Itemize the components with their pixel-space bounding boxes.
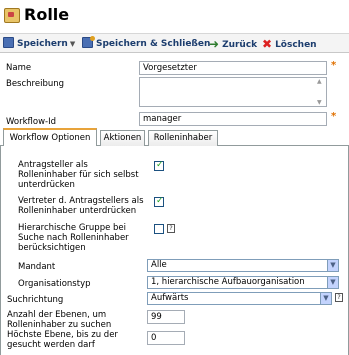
- tab-role-holders[interactable]: Rolleninhaber: [148, 130, 218, 146]
- direction-label: Suchrichtung: [7, 295, 64, 305]
- delete-button[interactable]: ✖ Löschen: [262, 37, 317, 51]
- back-label: Zurück: [222, 40, 258, 50]
- levels-label: Anzahl der Ebenen, um Rolleninhaber zu s…: [7, 310, 112, 330]
- highest-level-field[interactable]: [147, 331, 185, 345]
- back-button[interactable]: ➜ Zurück: [209, 37, 257, 51]
- chevron-down-icon[interactable]: ▼: [320, 293, 331, 304]
- workflow-id-required-mark: *: [331, 111, 337, 122]
- delete-x-icon: ✖: [262, 37, 273, 51]
- save-label: Speichern: [17, 39, 68, 49]
- applicant-suppress-checkbox[interactable]: [154, 160, 164, 171]
- chevron-down-icon[interactable]: ▼: [327, 277, 338, 288]
- delete-label: Löschen: [275, 40, 317, 50]
- applicant-suppress-label: Antragsteller als Rolleninhaber für sich…: [18, 160, 139, 190]
- mandant-value: Alle: [151, 260, 167, 270]
- toolbar: Speichern ▼ Speichern & Schließen ➜ Zurück…: [0, 33, 349, 53]
- save-close-label: Speichern & Schließen: [96, 39, 211, 49]
- help-icon[interactable]: ?: [167, 224, 175, 233]
- tab-bar: Workflow Optionen Aktionen Rolleninhaber: [0, 128, 349, 147]
- deputy-suppress-label: Vertreter d. Antragstellers als Rollenin…: [18, 196, 144, 216]
- page-header: Rolle: [0, 0, 349, 32]
- orgtype-select[interactable]: 1, hierarchische Aufbauorganisation ▼: [147, 276, 339, 289]
- mandant-label: Mandant: [18, 262, 56, 272]
- direction-value: Aufwärts: [151, 293, 189, 303]
- name-field[interactable]: [139, 61, 327, 75]
- hierarchy-group-checkbox[interactable]: [154, 224, 164, 234]
- levels-field[interactable]: [147, 310, 185, 324]
- save-button[interactable]: Speichern ▼: [3, 37, 75, 51]
- description-field[interactable]: [139, 77, 327, 107]
- highest-level-label: Höchste Ebene, bis zu der gesucht werden…: [7, 330, 118, 350]
- orgtype-value: 1, hierarchische Aufbauorganisation: [151, 277, 305, 287]
- deputy-suppress-checkbox[interactable]: [154, 196, 164, 207]
- tab-workflow-options[interactable]: Workflow Optionen: [3, 128, 97, 147]
- help-icon[interactable]: ?: [335, 293, 343, 302]
- direction-select[interactable]: Aufwärts ▼: [147, 292, 332, 305]
- tab-actions[interactable]: Aktionen: [100, 130, 145, 146]
- role-icon: [4, 8, 20, 23]
- mandant-select[interactable]: Alle ▼: [147, 259, 339, 272]
- workflow-id-field[interactable]: [139, 112, 327, 126]
- back-arrow-icon: ➜: [209, 37, 220, 51]
- orgtype-label: Organisationstyp: [18, 279, 91, 289]
- chevron-down-icon[interactable]: ▼: [70, 40, 75, 48]
- workflow-id-label: Workflow-Id: [6, 117, 56, 127]
- description-scrollbar[interactable]: [316, 78, 326, 106]
- page-title: Rolle: [24, 5, 70, 24]
- save-close-button[interactable]: Speichern & Schließen: [82, 36, 211, 51]
- workflow-options-panel: Antragsteller als Rolleninhaber für sich…: [0, 146, 349, 355]
- save-icon: [3, 37, 14, 48]
- name-required-mark: *: [331, 60, 337, 71]
- hierarchy-group-label: Hierarchische Gruppe bei Suche nach Roll…: [18, 223, 129, 253]
- name-label: Name: [6, 63, 32, 73]
- save-close-icon: [82, 36, 95, 48]
- chevron-down-icon[interactable]: ▼: [327, 260, 338, 271]
- description-label: Beschreibung: [6, 79, 65, 89]
